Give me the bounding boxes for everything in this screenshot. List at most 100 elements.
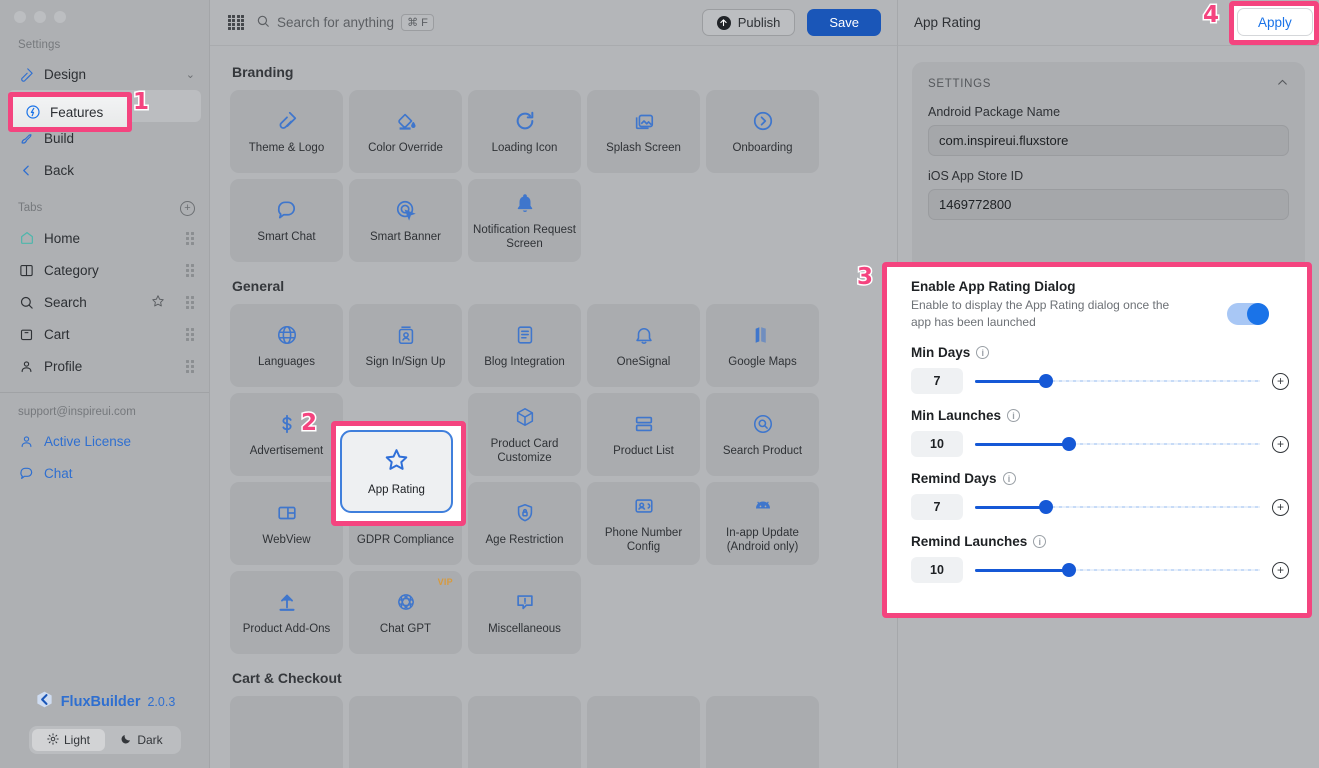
card-notification-request-screen[interactable]: Notification Request Screen [468, 179, 581, 262]
plus-circle-icon[interactable]: + [1272, 436, 1289, 453]
sidebar-item-active-license[interactable]: Active License [0, 425, 209, 457]
apply-button[interactable]: Apply [1237, 8, 1313, 36]
sidebar-item-chat[interactable]: Chat [0, 457, 209, 489]
settings-group-header[interactable]: SETTINGS [928, 76, 1289, 92]
plus-circle-icon[interactable]: + [1272, 562, 1289, 579]
publish-icon [717, 16, 731, 30]
sidebar-item-label: Build [44, 131, 195, 146]
field-value: 1469772800 [939, 197, 1011, 212]
info-icon[interactable]: i [1007, 409, 1020, 422]
openai-icon [394, 589, 418, 615]
maximize-icon[interactable] [54, 11, 66, 23]
card-theme-logo[interactable]: Theme & Logo [230, 90, 343, 173]
card-label: Phone Number Config [587, 526, 700, 555]
card-color-override[interactable]: Color Override [349, 90, 462, 173]
chevron-down-icon[interactable]: ⌄ [186, 68, 195, 81]
card-advertisement[interactable]: Advertisement [230, 393, 343, 476]
sidebar-item-search[interactable]: Search [0, 286, 209, 318]
remind-days-slider[interactable] [975, 500, 1260, 514]
card-product-card-customize[interactable]: Product Card Customize [468, 393, 581, 476]
search-input[interactable]: Search for anything ⌘ F [256, 14, 434, 31]
drag-handle-icon[interactable] [186, 232, 195, 245]
card-webview[interactable]: WebView [230, 482, 343, 565]
card-placeholder[interactable] [587, 696, 700, 768]
info-icon[interactable]: i [1003, 472, 1016, 485]
brush-icon [18, 66, 35, 83]
info-icon[interactable]: i [976, 346, 989, 359]
card-product-add-ons[interactable]: Product Add-Ons [230, 571, 343, 654]
card-placeholder[interactable] [230, 696, 343, 768]
drag-handle-icon[interactable] [186, 264, 195, 277]
card-search-product[interactable]: Search Product [706, 393, 819, 476]
play-circle-icon [752, 108, 774, 134]
plus-circle-icon[interactable]: + [1272, 499, 1289, 516]
min-days-value[interactable]: 7 [911, 368, 963, 394]
drag-handle-icon[interactable] [186, 328, 195, 341]
theme-option-light[interactable]: Light [32, 729, 105, 751]
card-onesignal[interactable]: OneSignal [587, 304, 700, 387]
card-google-maps[interactable]: Google Maps [706, 304, 819, 387]
star-outline-icon[interactable] [151, 294, 165, 311]
card-in-app-update[interactable]: In-app Update (Android only) [706, 482, 819, 565]
info-icon[interactable]: i [1033, 535, 1046, 548]
rocket-icon [18, 130, 35, 147]
sidebar-item-label: Chat [44, 466, 195, 481]
drag-handle-icon[interactable] [186, 360, 195, 373]
card-label: WebView [258, 533, 314, 547]
ios-app-store-id-field[interactable]: 1469772800 [928, 189, 1289, 220]
card-loading-icon[interactable]: Loading Icon [468, 90, 581, 173]
theme-option-dark[interactable]: Dark [105, 729, 178, 751]
general-card-grid: Languages Sign In/Sign Up Blog Integrati… [230, 304, 877, 654]
android-package-name-field[interactable]: com.inspireui.fluxstore [928, 125, 1289, 156]
drag-handle-icon[interactable] [186, 296, 195, 309]
close-icon[interactable] [14, 11, 26, 23]
min-launches-slider[interactable] [975, 437, 1260, 451]
remind-launches-slider[interactable] [975, 563, 1260, 577]
card-app-rating[interactable]: App Rating [340, 430, 453, 513]
card-miscellaneous[interactable]: Miscellaneous [468, 571, 581, 654]
min-launches-value[interactable]: 10 [911, 431, 963, 457]
card-smart-chat[interactable]: Smart Chat [230, 179, 343, 262]
sidebar-item-home[interactable]: Home [0, 222, 209, 254]
card-chat-gpt[interactable]: VIP Chat GPT [349, 571, 462, 654]
sidebar-item-design[interactable]: Design ⌄ [0, 58, 209, 90]
card-placeholder[interactable] [468, 696, 581, 768]
list-rows-icon [633, 411, 655, 437]
sidebar-item-category[interactable]: Category [0, 254, 209, 286]
card-smart-banner[interactable]: Smart Banner [349, 179, 462, 262]
contact-phone-icon [633, 493, 655, 519]
minimize-icon[interactable] [34, 11, 46, 23]
card-languages[interactable]: Languages [230, 304, 343, 387]
sidebar-item-cart[interactable]: Cart [0, 318, 209, 350]
search-shortcut-badge: ⌘ F [401, 14, 434, 31]
card-splash-screen[interactable]: Splash Screen [587, 90, 700, 173]
card-blog-integration[interactable]: Blog Integration [468, 304, 581, 387]
plus-circle-icon[interactable]: + [180, 201, 195, 216]
sidebar-item-profile[interactable]: Profile [0, 350, 209, 382]
card-onboarding[interactable]: Onboarding [706, 90, 819, 173]
publish-button[interactable]: Publish [702, 9, 796, 36]
sidebar-item-back[interactable]: Back [0, 154, 209, 186]
search-icon [256, 14, 270, 31]
save-button[interactable]: Save [807, 9, 881, 36]
tap-target-icon [395, 197, 417, 223]
theme-switcher[interactable]: Light Dark [29, 726, 181, 754]
grid-apps-icon[interactable] [228, 15, 244, 31]
plus-circle-icon[interactable]: + [1272, 373, 1289, 390]
remind-launches-value[interactable]: 10 [911, 557, 963, 583]
card-phone-number-config[interactable]: Phone Number Config [587, 482, 700, 565]
sidebar-item-features[interactable]: Features [8, 92, 132, 132]
enable-dialog-toggle[interactable] [1227, 303, 1269, 325]
min-days-slider[interactable] [975, 374, 1260, 388]
card-label: Color Override [364, 141, 447, 155]
remind-days-value[interactable]: 7 [911, 494, 963, 520]
card-label: Theme & Logo [245, 141, 328, 155]
card-sign-in-sign-up[interactable]: Sign In/Sign Up [349, 304, 462, 387]
card-label: Advertisement [246, 444, 328, 458]
card-placeholder[interactable] [706, 696, 819, 768]
card-product-list[interactable]: Product List [587, 393, 700, 476]
card-placeholder[interactable] [349, 696, 462, 768]
chevron-up-icon[interactable] [1276, 76, 1289, 92]
card-age-restriction[interactable]: Age Restriction [468, 482, 581, 565]
chat-bubble-icon [275, 197, 298, 223]
